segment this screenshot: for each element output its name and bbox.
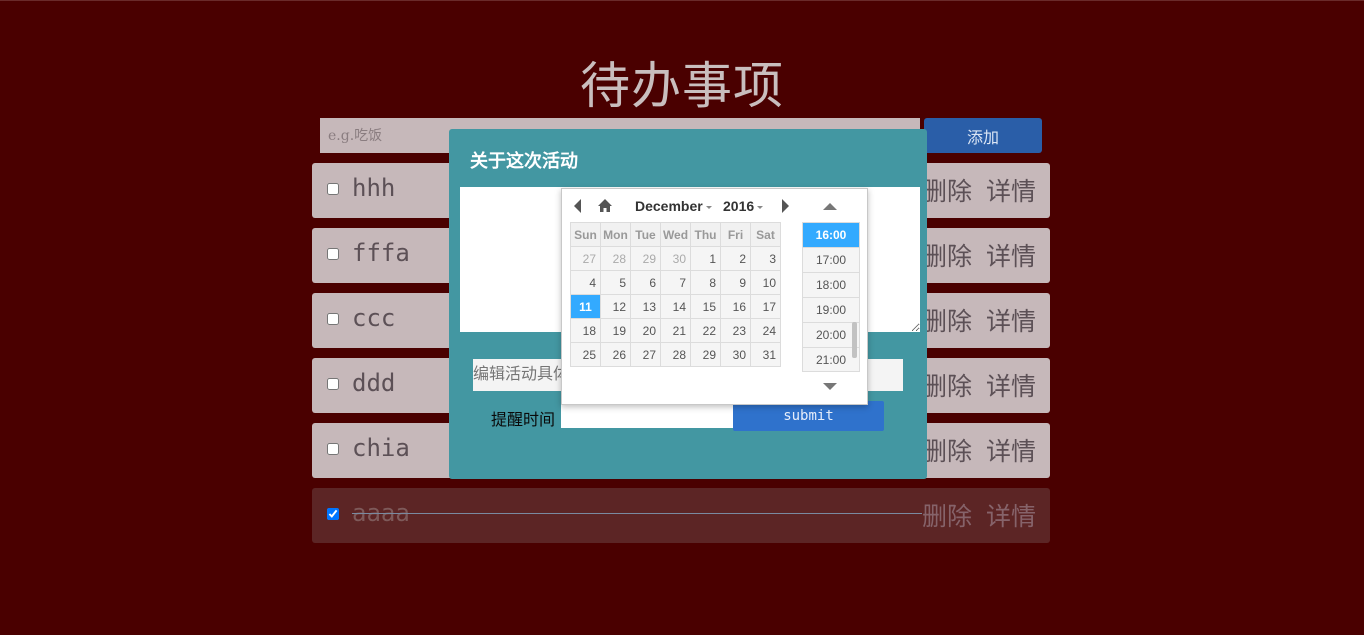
calendar-day[interactable]: 2 [720,246,751,271]
calendar-grid: Sun Mon Tue Wed Thu Fri Sat 27 28 29 30 1 2 3 4 5 6 7 8 9 1… [570,222,781,367]
delete-link[interactable]: 删除 [922,497,972,533]
calendar-day[interactable]: 30 [720,342,751,367]
calendar-day[interactable]: 27 [630,342,661,367]
delete-link[interactable]: 删除 [922,432,972,468]
calendar-day[interactable]: 12 [600,294,631,319]
chevron-right-icon[interactable] [782,199,789,213]
todo-checkbox[interactable] [327,313,339,325]
weekday-header: Thu [690,222,721,247]
submit-button[interactable]: submit [733,401,884,431]
detail-link[interactable]: 详情 [986,172,1036,208]
todo-checkbox[interactable] [327,183,339,195]
strikethrough-line [352,513,922,514]
page-title: 待办事项 [580,57,784,115]
calendar-day[interactable]: 3 [750,246,781,271]
chevron-up-icon[interactable] [823,203,837,210]
weekday-header: Sat [750,222,781,247]
caret-down-icon [757,205,764,209]
top-border [0,0,1364,1]
todo-checkbox[interactable] [327,508,339,520]
calendar-day[interactable]: 29 [630,246,661,271]
time-option[interactable]: 16:00 [803,223,859,248]
delete-link[interactable]: 删除 [922,302,972,338]
time-option[interactable]: 20:00 [803,323,859,348]
year-select[interactable]: 2016 [723,198,764,214]
add-button[interactable]: 添加 [924,118,1042,153]
calendar-day[interactable]: 7 [660,270,691,295]
calendar-day[interactable]: 28 [660,342,691,367]
detail-link[interactable]: 详情 [986,302,1036,338]
reminder-time-label: 提醒时间 [491,410,556,429]
calendar-day[interactable]: 22 [690,318,721,343]
weekday-header: Fri [720,222,751,247]
todo-text: ccc [352,304,396,332]
todo-checkbox[interactable] [327,443,339,455]
weekday-header: Tue [630,222,661,247]
calendar-day[interactable]: 27 [570,246,601,271]
todo-item: aaaa 删除 详情 [312,488,1050,543]
calendar-day[interactable]: 24 [750,318,781,343]
caret-down-icon [705,205,712,209]
calendar-day[interactable]: 26 [600,342,631,367]
calendar-day[interactable]: 5 [600,270,631,295]
time-option[interactable]: 21:00 [803,348,859,371]
weekday-header: Mon [600,222,631,247]
weekday-header: Wed [660,222,691,247]
time-list-scrollbar[interactable] [852,322,857,358]
todo-text: chia [352,434,410,462]
calendar-day[interactable]: 13 [630,294,661,319]
calendar-day[interactable]: 9 [720,270,751,295]
chevron-left-icon[interactable] [574,199,581,213]
calendar-day[interactable]: 15 [690,294,721,319]
calendar-day[interactable]: 11 [570,294,601,319]
detail-link[interactable]: 详情 [986,237,1036,273]
time-option[interactable]: 18:00 [803,273,859,298]
todo-checkbox[interactable] [327,248,339,260]
time-option[interactable]: 17:00 [803,248,859,273]
todo-text: hhh [352,174,396,202]
calendar-day[interactable]: 31 [750,342,781,367]
detail-link[interactable]: 详情 [986,367,1036,403]
todo-text: fffa [352,239,410,267]
calendar-day[interactable]: 19 [600,318,631,343]
calendar-day[interactable]: 14 [660,294,691,319]
month-select[interactable]: December [635,198,712,214]
calendar-day[interactable]: 16 [720,294,751,319]
detail-link[interactable]: 详情 [986,497,1036,533]
chevron-down-icon[interactable] [823,383,837,390]
delete-link[interactable]: 删除 [922,237,972,273]
home-icon[interactable] [596,197,614,215]
calendar-day[interactable]: 20 [630,318,661,343]
todo-checkbox[interactable] [327,378,339,390]
calendar-day[interactable]: 4 [570,270,601,295]
modal-title: 关于这次活动 [470,151,578,172]
calendar-day[interactable]: 10 [750,270,781,295]
calendar-day[interactable]: 8 [690,270,721,295]
calendar-day[interactable]: 30 [660,246,691,271]
calendar-day[interactable]: 18 [570,318,601,343]
reminder-time-input[interactable] [561,401,733,428]
calendar-day[interactable]: 6 [630,270,661,295]
calendar-day[interactable]: 28 [600,246,631,271]
calendar-day[interactable]: 1 [690,246,721,271]
detail-link[interactable]: 详情 [986,432,1036,468]
calendar-day[interactable]: 17 [750,294,781,319]
time-option[interactable]: 19:00 [803,298,859,323]
calendar-day[interactable]: 21 [660,318,691,343]
calendar-day[interactable]: 29 [690,342,721,367]
weekday-header: Sun [570,222,601,247]
todo-text: ddd [352,369,396,397]
delete-link[interactable]: 删除 [922,367,972,403]
datetime-picker: December 2016 Sun Mon Tue Wed Thu Fri Sat 27 28… [561,188,868,405]
calendar-day[interactable]: 25 [570,342,601,367]
delete-link[interactable]: 删除 [922,172,972,208]
calendar-day[interactable]: 23 [720,318,751,343]
